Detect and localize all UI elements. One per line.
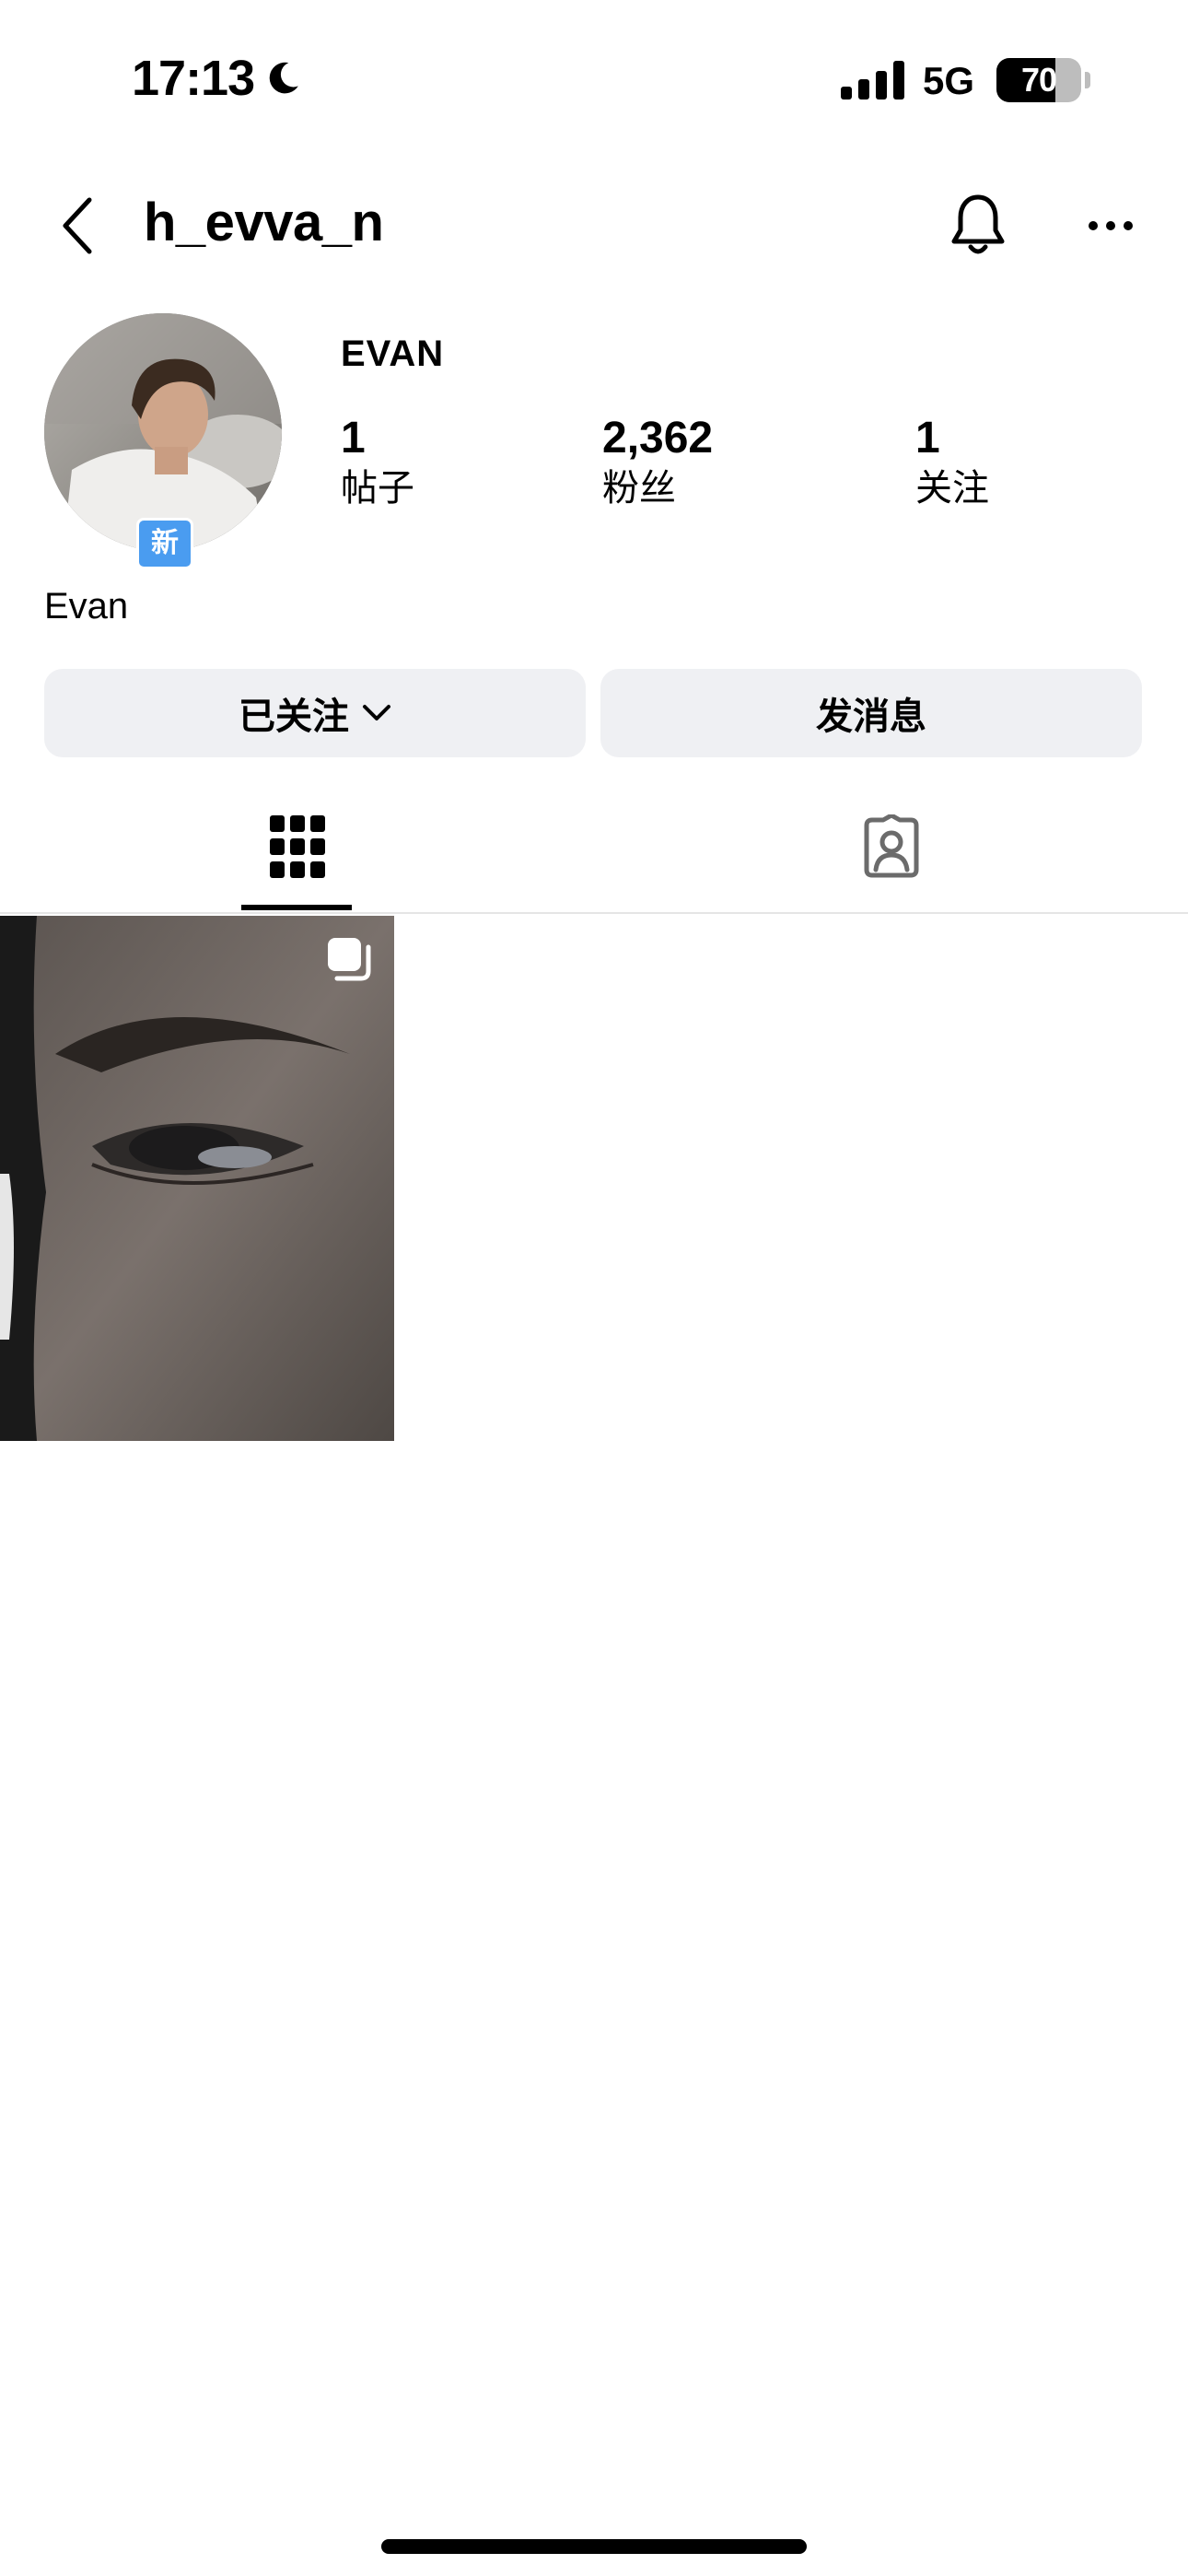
multiple-posts-icon bbox=[328, 938, 371, 981]
profile-tabs bbox=[0, 783, 1188, 912]
stat-following-label: 关注 bbox=[915, 467, 989, 509]
chevron-down-icon bbox=[363, 705, 390, 720]
tab-tagged[interactable] bbox=[594, 783, 1188, 910]
more-options-button[interactable] bbox=[1074, 189, 1147, 263]
bio-name: Evan bbox=[44, 586, 129, 626]
stat-posts-value: 1 bbox=[341, 414, 366, 463]
profile-username: h_evva_n bbox=[144, 193, 384, 252]
profile-header: h_evva_n bbox=[0, 175, 1188, 276]
stat-posts[interactable]: 1 帖子 bbox=[341, 413, 414, 512]
chevron-left-icon bbox=[63, 197, 92, 254]
display-name: EVAN bbox=[341, 334, 445, 374]
stat-followers-label: 粉丝 bbox=[602, 467, 676, 509]
network-label: 5G bbox=[923, 59, 975, 102]
active-tab-indicator bbox=[241, 905, 352, 910]
signal-icon bbox=[841, 61, 904, 100]
battery-indicator: 70 bbox=[996, 58, 1081, 102]
tabs-divider bbox=[0, 912, 1188, 914]
following-button[interactable]: 已关注 bbox=[44, 669, 586, 757]
stat-followers-value: 2,362 bbox=[602, 414, 714, 463]
avatar[interactable] bbox=[44, 313, 282, 551]
message-button[interactable]: 发消息 bbox=[600, 669, 1142, 757]
following-button-label: 已关注 bbox=[239, 696, 349, 738]
status-time-label: 17:13 bbox=[132, 51, 255, 106]
status-time: 17:13 bbox=[132, 50, 302, 107]
bell-icon bbox=[951, 194, 1005, 254]
post-thumbnail[interactable] bbox=[0, 916, 394, 1441]
stat-followers[interactable]: 2,362 粉丝 bbox=[602, 413, 713, 512]
home-indicator[interactable] bbox=[381, 2539, 807, 2554]
notifications-button[interactable] bbox=[941, 189, 1015, 263]
new-story-badge: 新 bbox=[136, 518, 193, 569]
avatar-photo bbox=[44, 313, 282, 551]
more-dots-icon bbox=[1089, 221, 1133, 230]
battery-nub bbox=[1085, 72, 1090, 88]
stat-posts-label: 帖子 bbox=[341, 467, 414, 509]
tab-posts-grid[interactable] bbox=[0, 783, 594, 910]
status-bar: 17:13 5G 70 bbox=[0, 0, 1188, 157]
post-photo bbox=[0, 916, 394, 1441]
tagged-person-icon bbox=[864, 814, 918, 878]
battery-label: 70 bbox=[1020, 61, 1057, 99]
back-button[interactable] bbox=[46, 189, 111, 263]
stat-following-value: 1 bbox=[915, 414, 940, 463]
message-button-label: 发消息 bbox=[816, 696, 926, 738]
grid-icon bbox=[269, 815, 325, 878]
moon-icon bbox=[269, 62, 298, 94]
stat-following[interactable]: 1 关注 bbox=[915, 413, 989, 512]
